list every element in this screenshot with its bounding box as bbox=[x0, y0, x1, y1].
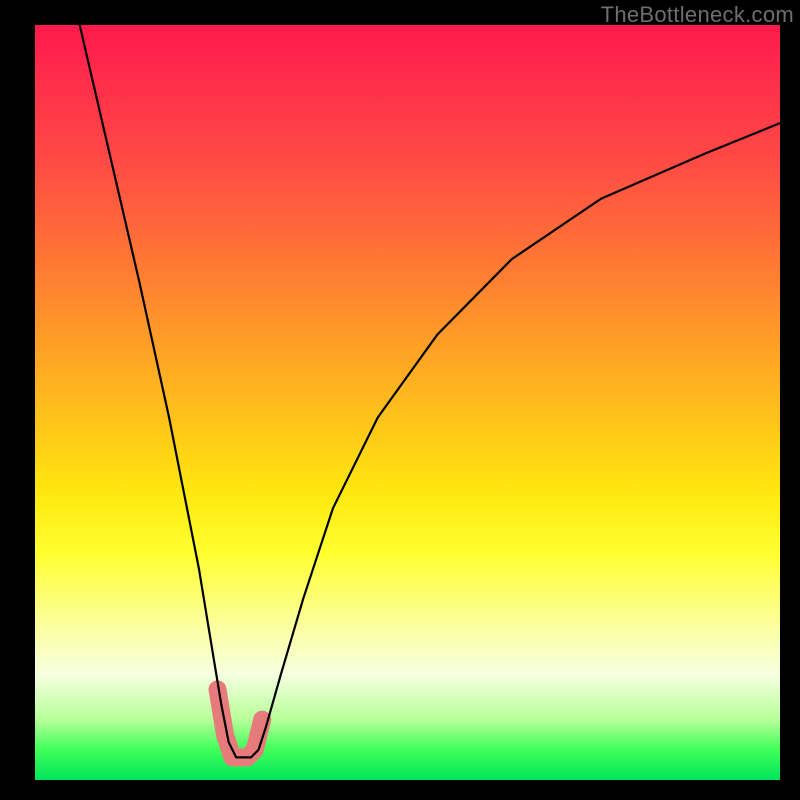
bottleneck-curve bbox=[80, 25, 780, 757]
chart-frame: TheBottleneck.com bbox=[0, 0, 800, 800]
plot-area bbox=[35, 25, 780, 780]
watermark-label: TheBottleneck.com bbox=[601, 2, 794, 28]
bottleneck-curve-svg bbox=[35, 25, 780, 780]
